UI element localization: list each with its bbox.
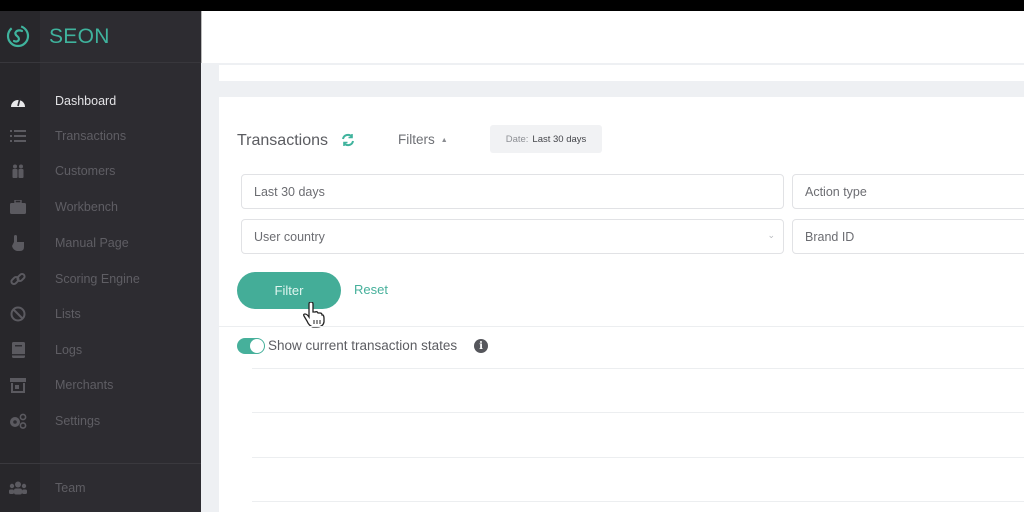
- action-type-field[interactable]: [792, 174, 1024, 209]
- sidebar-item-label: Settings: [55, 414, 101, 428]
- sidebar-item-label: Logs: [55, 343, 83, 357]
- sidebar-item-dashboard[interactable]: Dashboard: [0, 86, 201, 116]
- sidebar-item-label: Dashboard: [55, 94, 117, 108]
- hand-pointer-icon: [8, 233, 28, 253]
- info-icon[interactable]: i: [474, 339, 488, 353]
- toggle-label: Show current transaction states: [268, 338, 458, 353]
- date-range-field[interactable]: [241, 174, 784, 209]
- dashboard-gauge-icon: [8, 91, 28, 111]
- chip-key: Date:: [505, 133, 529, 145]
- hand-cursor-icon: [303, 302, 325, 328]
- app-window: SEON Dashboard Transactions Customers Wo…: [0, 11, 1024, 512]
- section-divider: [219, 326, 1024, 327]
- summary-strip: [219, 65, 1024, 81]
- sidebar-item-logs[interactable]: Logs: [0, 335, 201, 365]
- table-row-divider: [252, 501, 1024, 502]
- sidebar-item-label: Customers: [55, 164, 116, 178]
- date-range-input[interactable]: [254, 184, 783, 199]
- list-icon: [8, 126, 28, 146]
- chevron-up-icon: ▲: [440, 137, 448, 144]
- refresh-icon[interactable]: [341, 133, 355, 147]
- sidebar-item-workbench[interactable]: Workbench: [0, 192, 201, 222]
- sidebar-item-settings[interactable]: Settings: [0, 406, 201, 436]
- sidebar-item-label: Manual Page: [55, 236, 129, 250]
- table-row-divider: [252, 368, 1024, 369]
- sidebar-item-label: Merchants: [55, 378, 114, 392]
- filters-toggle[interactable]: Filters ▲: [398, 132, 448, 147]
- sidebar-item-label: Team: [55, 481, 86, 495]
- sidebar-item-label: Lists: [55, 307, 81, 321]
- link-icon: [8, 269, 28, 289]
- chip-value: Last 30 days: [532, 133, 587, 145]
- date-filter-chip[interactable]: Date: Last 30 days: [490, 125, 602, 153]
- sidebar-item-scoring-engine[interactable]: Scoring Engine: [0, 264, 201, 294]
- sidebar-item-label: Transactions: [55, 129, 127, 143]
- toggle-knob: [250, 339, 264, 353]
- filters-label: Filters: [398, 132, 435, 147]
- sidebar-item-merchants[interactable]: Merchants: [0, 370, 201, 400]
- transactions-card: Transactions Filters ▲ Date: Last 30 days…: [219, 97, 1024, 512]
- table-row-divider: [252, 412, 1024, 413]
- transaction-states-toggle[interactable]: [237, 338, 265, 354]
- sidebar-item-transactions[interactable]: Transactions: [0, 121, 201, 151]
- user-country-select[interactable]: ⌄: [241, 219, 784, 254]
- page-title: Transactions: [237, 132, 328, 149]
- sidebar-item-lists[interactable]: Lists: [0, 299, 201, 329]
- brand-header[interactable]: SEON: [0, 11, 201, 63]
- customers-icon: [8, 161, 28, 181]
- filter-button[interactable]: Filter: [237, 272, 341, 309]
- sidebar-item-manual-page[interactable]: Manual Page: [0, 228, 201, 258]
- top-bar: [201, 11, 1024, 63]
- brand-id-field[interactable]: [792, 219, 1024, 254]
- main-content: Transactions Filters ▲ Date: Last 30 days…: [201, 11, 1024, 512]
- brand-name: SEON: [49, 25, 110, 48]
- briefcase-icon: [8, 197, 28, 217]
- gears-icon: [8, 411, 28, 431]
- reset-button[interactable]: Reset: [354, 282, 388, 297]
- action-type-input[interactable]: [805, 184, 1024, 199]
- sidebar-item-team[interactable]: Team: [0, 473, 201, 503]
- sidebar-divider: [0, 463, 201, 464]
- brand-id-input[interactable]: [805, 229, 1024, 244]
- sidebar-item-label: Scoring Engine: [55, 272, 140, 286]
- table-row-divider: [252, 457, 1024, 458]
- sidebar-item-customers[interactable]: Customers: [0, 156, 201, 186]
- ban-icon: [8, 304, 28, 324]
- chevron-down-icon: ⌄: [767, 230, 775, 240]
- store-icon: [8, 375, 28, 395]
- user-country-input[interactable]: [254, 229, 783, 244]
- book-icon: [8, 340, 28, 360]
- sidebar: SEON Dashboard Transactions Customers Wo…: [0, 11, 201, 512]
- seon-logo-icon: [6, 24, 30, 48]
- sidebar-item-label: Workbench: [55, 200, 118, 214]
- team-icon: [8, 478, 28, 498]
